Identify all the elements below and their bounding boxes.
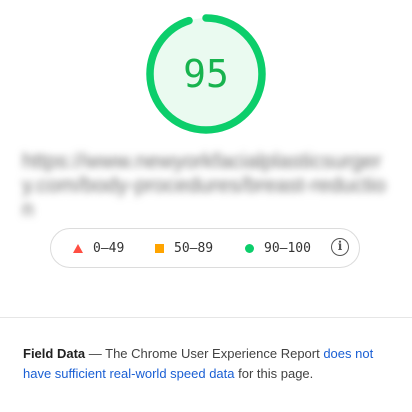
score-gauge: 95 [145, 13, 267, 135]
legend-average: 50–89 [155, 229, 213, 267]
performance-score: 95 [183, 52, 229, 96]
legend-pass: 90–100 [245, 229, 311, 267]
info-icon[interactable]: i [331, 238, 349, 256]
field-data-text: The Chrome User Experience Report [105, 346, 324, 361]
page-speed-report: 95 https://www.newyorkfacialplasticsurge… [0, 0, 412, 412]
legend-fail-range: 0–49 [93, 240, 125, 256]
field-data-label: Field Data [23, 346, 86, 361]
legend-fail: 0–49 [73, 229, 124, 267]
square-icon [155, 243, 164, 253]
legend-pass-range: 90–100 [264, 240, 311, 256]
field-data-section: Field Data — The Chrome User Experience … [23, 344, 393, 384]
field-data-separator: — [85, 346, 106, 361]
field-data-text-end: for this page. [234, 366, 314, 381]
triangle-icon [73, 243, 83, 253]
page-url: https://www.newyorkfacialplasticsurgery.… [22, 150, 386, 221]
section-divider [0, 317, 412, 318]
legend-average-range: 50–89 [174, 240, 214, 256]
circle-icon [245, 243, 254, 253]
score-scale-legend: 0–49 50–89 90–100 i [50, 228, 360, 268]
